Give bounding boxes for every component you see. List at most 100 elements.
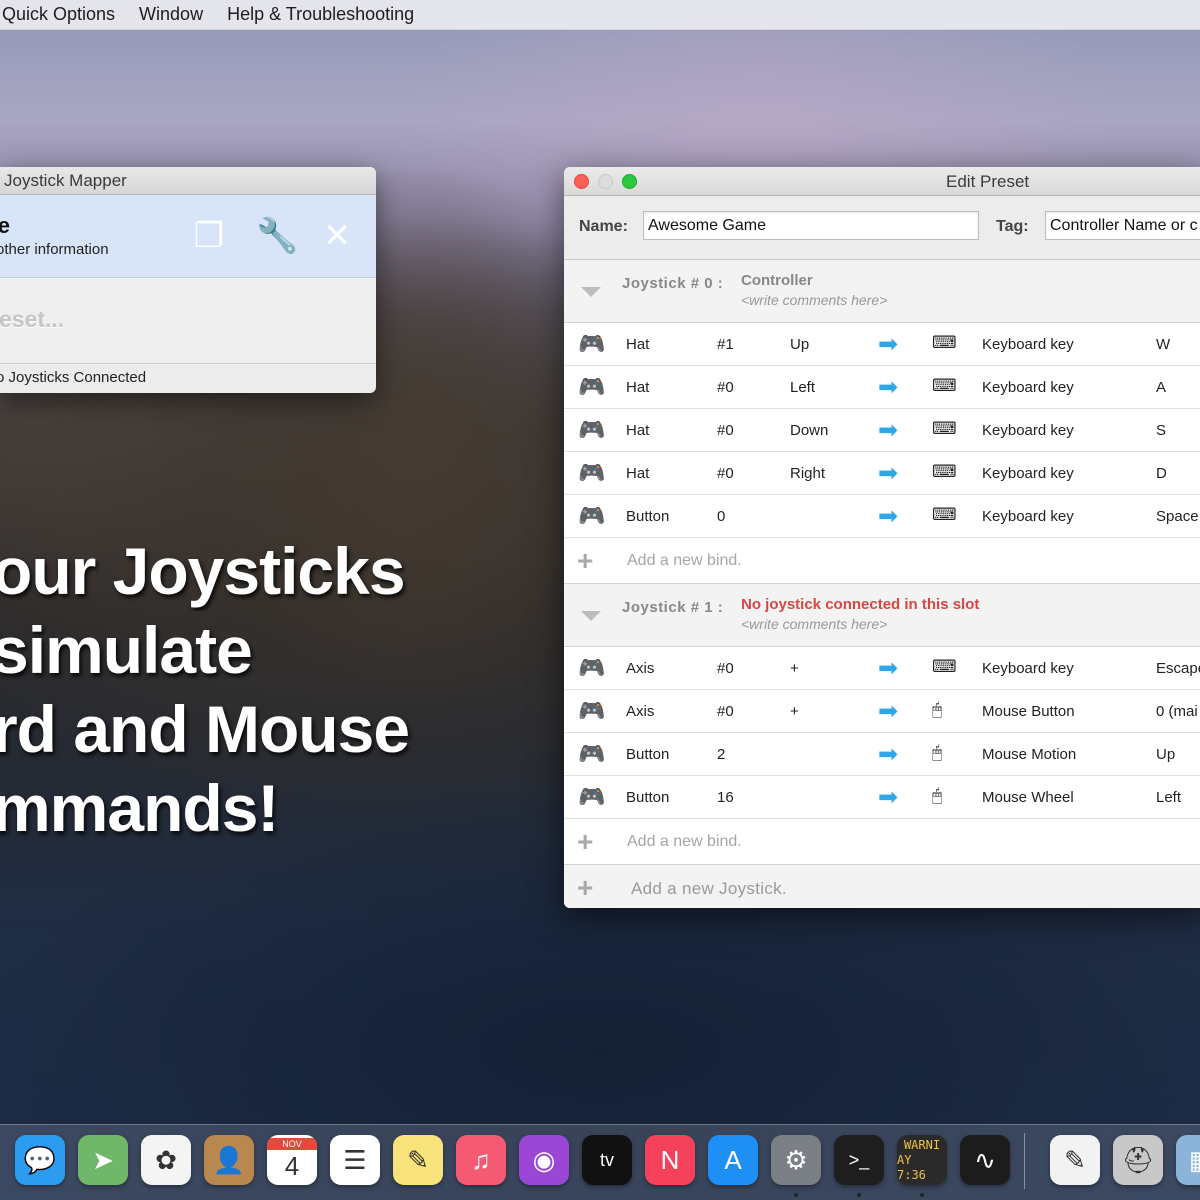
output-value: Left (1156, 789, 1182, 806)
notes-icon[interactable]: ✎ (393, 1135, 443, 1185)
preset-name-input[interactable]: Awesome Game (643, 211, 979, 240)
zoom-window-button[interactable] (622, 174, 637, 189)
input-number: #0 (717, 703, 734, 720)
system-preferences-icon[interactable]: ⚙ (771, 1135, 821, 1185)
headline-line-2: simulate (0, 613, 253, 687)
window-titlebar: Edit Preset (564, 167, 1200, 196)
plus-icon: + (577, 826, 594, 857)
tv-icon[interactable]: tv (582, 1135, 632, 1185)
bind-row[interactable]: 🎮 Hat #0 Down ➡ ⌨ Keyboard key S (564, 409, 1200, 452)
menu-bar: Quick Options Window Help & Troubleshoot… (0, 0, 1200, 30)
tag-input[interactable]: Controller Name or c (1045, 211, 1200, 240)
mouse-icon: 🖱 (932, 743, 943, 762)
gamepad-icon: 🎮 (578, 698, 606, 723)
joystick-section-header: Joystick # 0 : Controller <write comments … (564, 260, 1200, 323)
status-bar: o Joysticks Connected (0, 369, 147, 386)
bind-row[interactable]: 🎮 Hat #0 Left ➡ ⌨ Keyboard key A (564, 366, 1200, 409)
keyboard-icon: ⌨ (932, 333, 957, 352)
plus-icon: + (577, 872, 594, 903)
input-number: #0 (717, 379, 734, 396)
gamepad-icon: 🎮 (578, 655, 606, 680)
input-number: 16 (717, 789, 734, 806)
window-title: Edit Preset (946, 172, 1030, 191)
running-indicator (857, 1193, 861, 1197)
keyboard-icon: ⌨ (932, 657, 957, 676)
photos-icon[interactable]: ✿ (141, 1135, 191, 1185)
bind-row[interactable]: 🎮 Hat #0 Right ➡ ⌨ Keyboard key D (564, 452, 1200, 495)
calendar-icon[interactable]: NOV 4 (267, 1135, 317, 1185)
gamepad-icon: 🎮 (578, 417, 606, 442)
disclosure-triangle-icon[interactable] (581, 287, 601, 297)
menu-window[interactable]: Window (127, 4, 215, 25)
headline-line-1: our Joysticks (0, 534, 406, 608)
preset-toolbar: Name: Awesome Game Tag: Controller Name … (564, 196, 1200, 260)
podcasts-icon[interactable]: ◉ (519, 1135, 569, 1185)
promo-headline: our Joysticks simulate rd and Mouse mman… (0, 532, 432, 848)
wrench-icon[interactable]: 🔧 (256, 219, 298, 253)
output-action: Keyboard key (982, 379, 1074, 396)
bind-row[interactable]: 🎮 Axis #0 + ➡ 🖱 Mouse Button 0 (mai (564, 690, 1200, 733)
joystick-slot-label: Joystick # 0 : (622, 275, 724, 292)
input-direction: + (790, 660, 799, 677)
input-type: Hat (626, 422, 650, 439)
close-window-button[interactable] (574, 174, 589, 189)
disk-utility-icon[interactable]: ⛑ (1113, 1135, 1163, 1185)
preview-icon[interactable]: ▦ (1176, 1135, 1200, 1185)
input-number: 2 (717, 746, 726, 763)
textedit-icon[interactable]: ✎ (1050, 1135, 1100, 1185)
keyboard-icon: ⌨ (932, 505, 957, 524)
disclosure-triangle-icon[interactable] (581, 611, 601, 621)
new-preset-item[interactable]: reset... (0, 278, 376, 364)
preset-name: ame (0, 213, 11, 238)
joystick-sections: Joystick # 0 : Controller <write comments … (564, 260, 1200, 865)
joystick-comment[interactable]: <write comments here> (741, 616, 887, 632)
arrow-right-icon: ➡ (878, 460, 899, 487)
maps-icon[interactable]: ➤ (78, 1135, 128, 1185)
edit-preset-window: Edit Preset Name: Awesome Game Tag: Cont… (564, 167, 1200, 908)
bind-row[interactable]: 🎮 Hat #1 Up ➡ ⌨ Keyboard key W (564, 323, 1200, 366)
minimize-window-button[interactable] (598, 174, 613, 189)
arrow-right-icon: ➡ (878, 655, 899, 682)
bind-row[interactable]: 🎮 Button 16 ➡ 🖱 Mouse Wheel Left (564, 776, 1200, 819)
contacts-icon[interactable]: 👤 (204, 1135, 254, 1185)
messages-icon[interactable]: 💬 (15, 1135, 65, 1185)
joystick-mapper-window: Joystick Mapper ame other information ❐ … (0, 167, 376, 393)
bind-row[interactable]: 🎮 Button 2 ➡ 🖱 Mouse Motion Up (564, 733, 1200, 776)
input-type: Button (626, 746, 670, 763)
duplicate-icon[interactable]: ❐ (192, 219, 226, 253)
gamepad-icon: 🎮 (578, 503, 606, 528)
output-value: A (1156, 379, 1167, 396)
output-action: Keyboard key (982, 336, 1074, 353)
mouse-icon: 🖱 (932, 700, 943, 719)
console-icon[interactable]: WARNI AY 7:36 (897, 1135, 947, 1185)
output-value: S (1156, 422, 1167, 439)
input-type: Button (626, 789, 670, 806)
bind-row[interactable]: 🎮 Button 0 ➡ ⌨ Keyboard key Space (564, 495, 1200, 538)
input-type: Button (626, 508, 670, 525)
gamepad-icon: 🎮 (578, 374, 606, 399)
arrow-right-icon: ➡ (878, 374, 899, 401)
menu-quick-options[interactable]: Quick Options (0, 4, 127, 25)
joystick-comment[interactable]: <write comments here> (741, 292, 887, 308)
gamepad-icon: 🎮 (578, 331, 606, 356)
activity-monitor-icon[interactable]: ∿ (960, 1135, 1010, 1185)
input-number: #0 (717, 465, 734, 482)
bind-row[interactable]: 🎮 Axis #0 + ➡ ⌨ Keyboard key Escape (564, 647, 1200, 690)
music-icon[interactable]: ♫ (456, 1135, 506, 1185)
output-value: W (1156, 336, 1171, 353)
reminders-icon[interactable]: ☰ (330, 1135, 380, 1185)
running-indicator (794, 1193, 798, 1197)
close-icon[interactable]: ✕ (320, 219, 354, 253)
output-action: Keyboard key (982, 422, 1074, 439)
input-type: Hat (626, 379, 650, 396)
news-icon[interactable]: N (645, 1135, 695, 1185)
add-joystick-row[interactable]: + Add a new Joystick. (564, 865, 1200, 908)
joystick-name: Controller (741, 272, 813, 289)
add-bind-row[interactable]: + Add a new bind. (564, 819, 1200, 865)
preset-list-item-selected[interactable]: ame other information ❐ 🔧 ✕ (0, 195, 376, 278)
add-bind-row[interactable]: + Add a new bind. (564, 538, 1200, 584)
terminal-icon[interactable]: >_ (834, 1135, 884, 1185)
menu-help[interactable]: Help & Troubleshooting (215, 4, 426, 25)
appstore-icon[interactable]: A (708, 1135, 758, 1185)
gamepad-icon: 🎮 (578, 741, 606, 766)
